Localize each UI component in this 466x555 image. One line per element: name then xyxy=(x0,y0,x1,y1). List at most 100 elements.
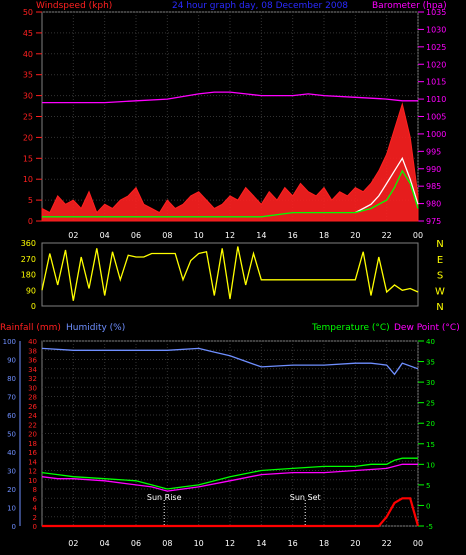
rain-tick-label: 6 xyxy=(33,495,38,503)
rain-tick-label: 8 xyxy=(33,486,37,494)
time-tick-label: 06 xyxy=(131,231,141,240)
compass-label: N xyxy=(436,239,443,250)
temp-tick-label: -5 xyxy=(426,523,433,531)
rain-tick-label: 24 xyxy=(28,412,37,420)
barometer-ticks: 975 980 985 990 995 1000 1005 1010 1015 1020 1025 1… xyxy=(418,8,446,226)
barometer-tick-label: 1000 xyxy=(426,130,446,139)
humidity-tick-label: 30 xyxy=(7,468,16,476)
temp-tick-label: 0 xyxy=(426,502,430,510)
weather-graphs: Windspeed (kph) 24 hour graph day, 08 De… xyxy=(0,1,460,548)
humidity-tick-label: 10 xyxy=(7,505,16,513)
windspeed-tick-label: 35 xyxy=(23,71,33,80)
series-direction xyxy=(41,246,419,301)
time-tick-label: 08 xyxy=(162,539,172,548)
time-tick-label: 20 xyxy=(350,231,360,240)
time-tick-label: 00 xyxy=(413,539,423,548)
rain-tick-label: 16 xyxy=(28,449,37,457)
humidity-tick-label: 60 xyxy=(7,412,16,420)
time-tick-label: 22 xyxy=(382,539,392,548)
barometer-tick-label: 1035 xyxy=(426,8,446,17)
barometer-tick-label: 985 xyxy=(426,182,441,191)
direction-tick-label: 180 xyxy=(21,271,36,280)
temp-tick-label: 35 xyxy=(426,359,435,367)
time-tick-label: 02 xyxy=(68,231,78,240)
rain-tick-label: 2 xyxy=(33,514,37,522)
direction-tick-label: 90 xyxy=(26,286,36,295)
barometer-tick-label: 995 xyxy=(426,147,441,156)
time-tick-label: 14 xyxy=(256,539,266,548)
rain-tick-label: 12 xyxy=(28,468,37,476)
time-tick-label: 18 xyxy=(319,231,329,240)
series-humidity xyxy=(41,347,419,376)
wind-direction-panel: 090180270360 NWSEN xyxy=(21,239,445,313)
barometer-tick-label: 980 xyxy=(426,200,441,209)
time-tick-label: 12 xyxy=(225,231,235,240)
temp-ticks: -5 0 5 10 15 20 25 30 35 40 xyxy=(418,338,435,531)
rain-tick-label: 40 xyxy=(28,338,37,346)
barometer-tick-label: 990 xyxy=(426,165,441,174)
rain-tick-label: 4 xyxy=(33,505,38,513)
time-tick-label: 04 xyxy=(100,231,110,240)
humidity-axis-label: Humidity (%) xyxy=(66,323,125,333)
temperature-axis-label: Temperature (°C) xyxy=(311,323,390,333)
windspeed-tick-label: 10 xyxy=(23,175,33,184)
rain-tick-label: 22 xyxy=(28,421,37,429)
direction-tick-label: 360 xyxy=(21,239,36,248)
rain-tick-label: 32 xyxy=(28,375,37,383)
barometer-tick-label: 1020 xyxy=(426,60,446,69)
windspeed-tick-label: 20 xyxy=(23,133,33,142)
compass-label: W xyxy=(435,286,445,297)
humidity-tick-label: 70 xyxy=(7,394,16,402)
time-tick-label: 12 xyxy=(225,539,235,548)
windspeed-tick-label: 5 xyxy=(28,196,33,205)
compass-labels: NWSEN xyxy=(435,239,445,313)
barometer-tick-label: 1025 xyxy=(426,43,446,52)
temp-tick-label: 30 xyxy=(426,379,435,387)
sun-annotation-label: Sun Rise xyxy=(147,493,182,502)
direction-ticks: 0 90 180 270 360 xyxy=(21,239,36,311)
temp-humidity-panel: Rainfall (mm) Humidity (%) Temperature (… xyxy=(0,323,460,548)
temp-tick-label: 5 xyxy=(426,482,430,490)
dewpoint-axis-label: Dew Point (°C) xyxy=(394,323,460,333)
rain-tick-label: 38 xyxy=(28,347,37,355)
time-tick-label: 06 xyxy=(131,539,141,548)
rain-tick-label: 26 xyxy=(28,403,37,411)
rain-tick-label: 0 xyxy=(33,523,37,531)
time-tick-label: 02 xyxy=(68,539,78,548)
wind-barometer-panel: Windspeed (kph) 24 hour graph day, 08 De… xyxy=(23,1,447,240)
time-ticks-1: 02 04 06 08 10 12 14 16 18 20 22 00 xyxy=(68,231,423,240)
windspeed-tick-label: 25 xyxy=(23,113,33,122)
time-tick-label: 18 xyxy=(319,539,329,548)
time-tick-label: 16 xyxy=(288,539,298,548)
time-tick-label: 04 xyxy=(100,539,110,548)
rain-tick-label: 20 xyxy=(28,431,37,439)
windspeed-tick-label: 50 xyxy=(23,8,33,17)
rain-tick-label: 36 xyxy=(28,357,37,365)
windspeed-ticks: 0 5 10 15 20 25 30 35 40 45 50 xyxy=(23,8,42,226)
compass-label: S xyxy=(437,271,443,282)
barometer-tick-label: 1010 xyxy=(426,95,446,104)
rain-tick-label: 10 xyxy=(28,477,37,485)
humidity-tick-label: 90 xyxy=(7,357,16,365)
compass-label: E xyxy=(437,255,443,266)
rain-tick-label: 28 xyxy=(28,394,37,402)
chart-title: 24 hour graph day, 08 December 2008 xyxy=(172,1,348,11)
barometer-tick-label: 975 xyxy=(426,217,441,226)
time-tick-label: 16 xyxy=(288,231,298,240)
temp-tick-label: 10 xyxy=(426,461,435,469)
series-2 xyxy=(41,246,419,301)
rain-tick-label: 14 xyxy=(28,458,37,466)
humidity-ticks: 0 10 20 30 40 50 60 70 80 90 100 xyxy=(3,338,21,531)
rain-tick-label: 34 xyxy=(28,366,37,374)
time-tick-label: 22 xyxy=(382,231,392,240)
windspeed-tick-label: 30 xyxy=(23,92,33,101)
rainfall-axis-label: Rainfall (mm) xyxy=(0,323,61,333)
windspeed-tick-label: 0 xyxy=(28,217,33,226)
humidity-tick-label: 50 xyxy=(7,431,16,439)
time-tick-label: 08 xyxy=(162,231,172,240)
direction-tick-label: 270 xyxy=(21,255,36,264)
humidity-tick-label: 0 xyxy=(12,523,16,531)
time-tick-label: 10 xyxy=(194,231,204,240)
barometer-tick-label: 1030 xyxy=(426,25,446,34)
humidity-tick-label: 80 xyxy=(7,375,16,383)
